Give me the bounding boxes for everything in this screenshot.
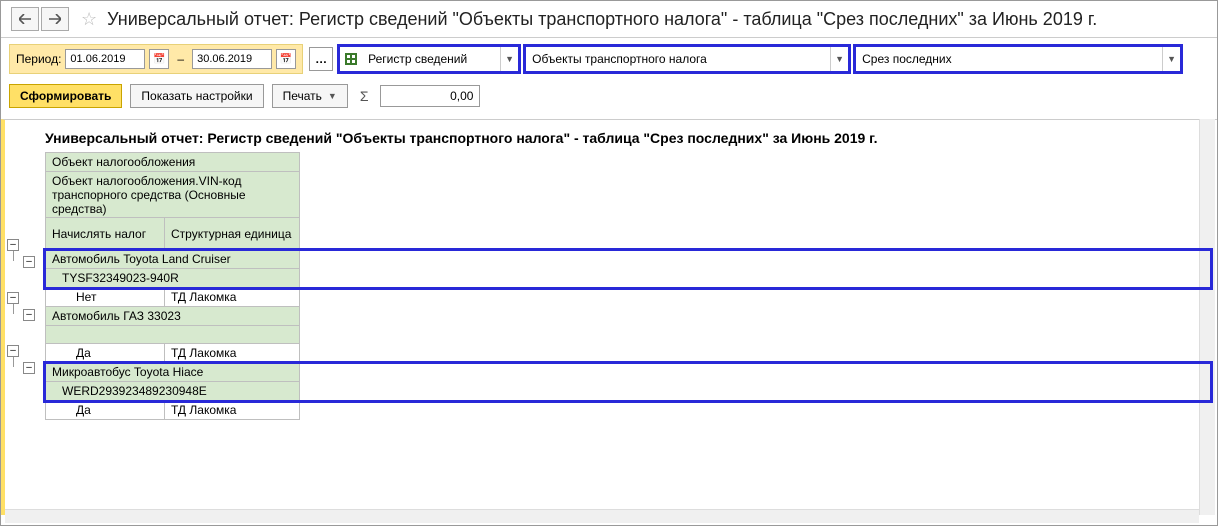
calendar-from-button[interactable]: 📅 [149,49,169,69]
data-row[interactable]: ДаТД Лакомка [45,401,1211,420]
register-value: Объекты транспортного налога [526,52,830,66]
app-window: ☆ Универсальный отчет: Регистр сведений … [0,0,1218,526]
calendar-icon: 📅 [153,54,165,65]
register-combo[interactable]: Объекты транспортного налога ▼ [525,46,849,72]
chevron-down-icon[interactable]: ▼ [500,47,518,71]
header-vin: Объект налогообложения.VIN-код транспорн… [45,172,300,218]
data-row[interactable]: ДаТД Лакомка [45,344,1211,363]
chevron-down-icon: ▼ [328,91,337,101]
generate-button[interactable]: Сформировать [9,84,122,108]
chevron-down-icon[interactable]: ▼ [830,47,848,71]
unit-cell: ТД Лакомка [165,288,300,307]
period-dash: – [173,52,188,66]
group-object-cell: Автомобиль ГАЗ 33023 [45,307,300,326]
horizontal-scrollbar[interactable] [5,509,1199,523]
unit-cell: ТД Лакомка [165,344,300,363]
tree-collapse-button[interactable]: – [7,345,19,357]
period-choose-button[interactable]: … [309,47,333,71]
group-object-row[interactable]: Автомобиль ГАЗ 33023 [45,307,1211,326]
group-vin-cell: WERD293923489230948E [45,382,300,401]
unit-cell: ТД Лакомка [165,401,300,420]
table-value: Срез последних [856,52,1162,66]
tree-collapse-button[interactable]: – [23,362,35,374]
forward-button[interactable] [41,7,69,31]
actions-toolbar: Сформировать Показать настройки Печать ▼… [1,80,1217,116]
vertical-scrollbar[interactable] [1199,119,1215,515]
group-vin-row[interactable]: WERD293923489230948E [45,382,1211,401]
period-label: Период: [16,52,61,66]
calendar-icon: 📅 [280,54,292,65]
date-to-input[interactable] [192,49,272,69]
page-title: Универсальный отчет: Регистр сведений "О… [107,9,1097,30]
group-object-cell: Микроавтобус Toyota Hiace [45,363,300,382]
source-type-value: Регистр сведений [362,52,500,66]
tax-cell: Да [45,401,165,420]
tree-line [13,251,14,261]
tree-line [13,304,14,314]
tree-collapse-button[interactable]: – [7,292,19,304]
table-combo[interactable]: Срез последних ▼ [855,46,1181,72]
title-bar: ☆ Универсальный отчет: Регистр сведений … [1,1,1217,38]
header-row-2: Объект налогообложения.VIN-код транспорн… [45,172,1211,218]
report-group: Автомобиль Toyota Land CruiserTYSF323490… [45,250,1211,288]
header-tax: Начислять налог [45,218,165,250]
report-group: Микроавтобус Toyota HiaceWERD29392348923… [45,363,1211,401]
group-vin-cell [45,326,300,344]
grid-icon [340,53,362,65]
report-group: Автомобиль ГАЗ 33023 [45,307,1211,344]
group-vin-row[interactable]: TYSF32349023-940R [45,269,1211,288]
group-object-row[interactable]: Автомобиль Toyota Land Cruiser [45,250,1211,269]
calendar-to-button[interactable]: 📅 [276,49,296,69]
tree-collapse-button[interactable]: – [7,239,19,251]
sigma-icon: Σ [356,88,373,104]
report-groups: Автомобиль Toyota Land CruiserTYSF323490… [45,250,1211,420]
print-label: Печать [283,89,322,103]
tax-cell: Нет [45,288,165,307]
report-title: Универсальный отчет: Регистр сведений "О… [45,126,1211,152]
report-inner: Универсальный отчет: Регистр сведений "О… [5,120,1217,426]
header-unit: Структурная единица [165,218,300,250]
show-settings-button[interactable]: Показать настройки [130,84,263,108]
header-object: Объект налогообложения [45,152,300,172]
arrow-right-icon [49,14,61,24]
tree-collapse-button[interactable]: – [23,309,35,321]
source-type-combo[interactable]: Регистр сведений ▼ [339,46,519,72]
ellipsis-icon: … [315,52,327,66]
header-row-3: Начислять налог Структурная единица [45,218,1211,250]
period-box: Период: 📅 – 📅 [9,44,303,74]
tree-collapse-button[interactable]: – [23,256,35,268]
favorite-star-icon[interactable]: ☆ [81,9,97,30]
group-vin-cell: TYSF32349023-940R [45,269,300,288]
chevron-down-icon[interactable]: ▼ [1162,47,1180,71]
tree-line [13,357,14,367]
sum-field[interactable] [380,85,480,107]
report-area: Универсальный отчет: Регистр сведений "О… [1,119,1217,515]
group-object-cell: Автомобиль Toyota Land Cruiser [45,250,300,269]
back-button[interactable] [11,7,39,31]
data-row[interactable]: НетТД Лакомка [45,288,1211,307]
generate-label: Сформировать [20,89,111,103]
group-object-row[interactable]: Микроавтобус Toyota Hiace [45,363,1211,382]
tax-cell: Да [45,344,165,363]
parameters-toolbar: Период: 📅 – 📅 … Регистр сведений ▼ Объек… [1,38,1217,80]
print-button[interactable]: Печать ▼ [272,84,348,108]
show-settings-label: Показать настройки [141,89,252,103]
arrow-left-icon [19,14,31,24]
group-vin-row[interactable] [45,326,1211,344]
header-row-1: Объект налогообложения [45,152,1211,172]
date-from-input[interactable] [65,49,145,69]
